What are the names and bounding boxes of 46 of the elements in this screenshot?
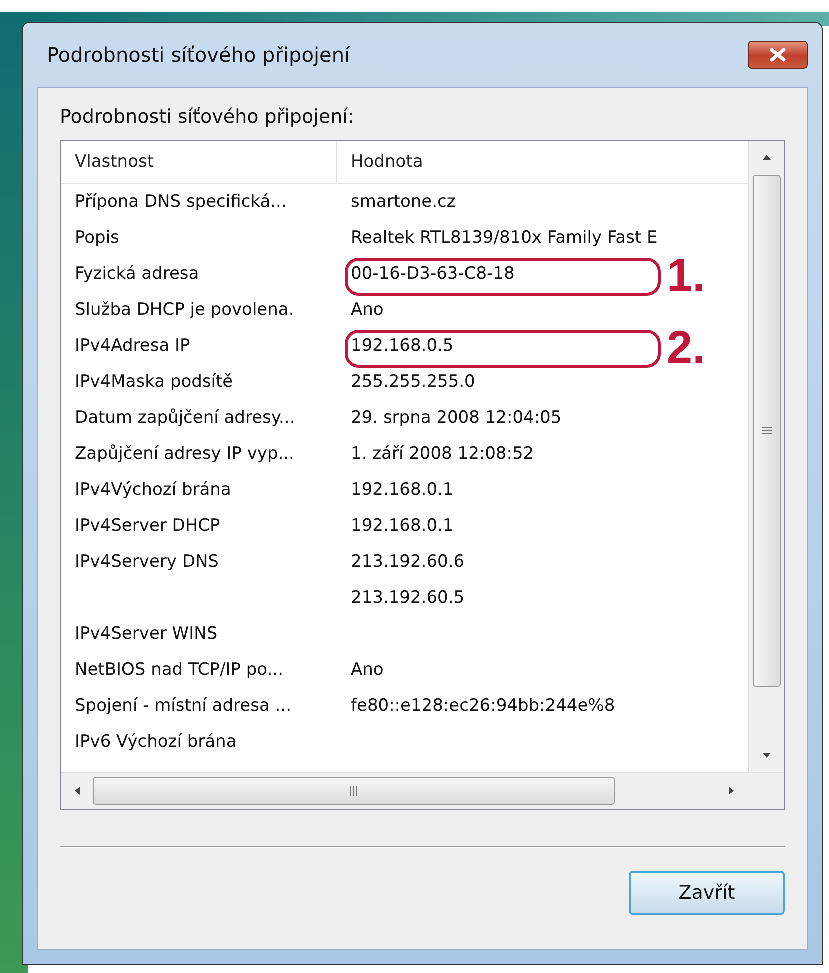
property-name: IPv4Maska podsítě	[75, 372, 234, 392]
property-name: NetBIOS nad TCP/IP po...	[75, 660, 284, 680]
left-arrow-icon	[73, 785, 81, 797]
property-value: 255.255.255.0	[351, 372, 476, 392]
property-name: Zapůjčení adresy IP vyp...	[75, 444, 294, 464]
property-value: 213.192.60.6	[351, 552, 465, 572]
horizontal-scrollbar[interactable]	[61, 772, 784, 809]
vertical-scrollbar[interactable]	[748, 141, 784, 772]
up-arrow-icon	[760, 153, 772, 161]
property-name: Spojení - místní adresa ...	[75, 696, 292, 716]
column-header[interactable]: Vlastnost	[61, 141, 337, 183]
column-header[interactable]: Hodnota	[337, 141, 748, 183]
group-label: Podrobnosti síťového připojení:	[60, 106, 356, 128]
right-arrow-icon	[728, 785, 736, 797]
property-value: 192.168.0.5	[351, 336, 454, 356]
property-value: 192.168.0.1	[351, 516, 454, 536]
property-value: 00-16-D3-63-C8-18	[351, 264, 515, 284]
close-icon	[769, 48, 787, 62]
property-name: IPv4Servery DNS	[75, 552, 219, 572]
property-name: Přípona DNS specifická...	[75, 192, 287, 212]
property-name: Datum zapůjčení adresy...	[75, 408, 296, 428]
property-name: IPv6 Výchozí brána	[75, 732, 237, 752]
scrollbar-thumb[interactable]	[93, 777, 615, 805]
property-value: fe80::e128:ec26:94bb:244e%8	[351, 696, 616, 716]
property-value: 29. srpna 2008 12:04:05	[351, 408, 562, 428]
property-name: Popis	[75, 228, 120, 248]
property-name: IPv4Server WINS	[75, 624, 218, 644]
property-name: IPv4Server DHCP	[75, 516, 220, 536]
scrollbar-thumb[interactable]	[752, 175, 780, 687]
close-dialog-button[interactable]: Zavřít	[629, 871, 785, 915]
window-title: Podrobnosti síťového připojení	[46, 43, 350, 67]
property-value: 192.168.0.1	[351, 480, 454, 500]
property-name: Služba DHCP je povolena.	[75, 300, 294, 320]
callout-number: 1.	[667, 248, 706, 302]
down-arrow-icon	[760, 752, 772, 760]
close-button[interactable]	[748, 41, 808, 69]
property-value: 1. září 2008 12:08:52	[351, 444, 534, 464]
property-name: IPv4Adresa IP	[75, 336, 190, 356]
property-value: smartone.cz	[351, 192, 456, 212]
property-name: Fyzická adresa	[75, 264, 200, 284]
callout-number: 2.	[667, 320, 706, 374]
property-value: 213.192.60.5	[351, 588, 465, 608]
property-value: Ano	[351, 300, 384, 320]
property-value: Ano	[351, 660, 384, 680]
property-name: IPv4Výchozí brána	[75, 480, 232, 500]
property-value: Realtek RTL8139/810x Family Fast E	[351, 228, 658, 248]
